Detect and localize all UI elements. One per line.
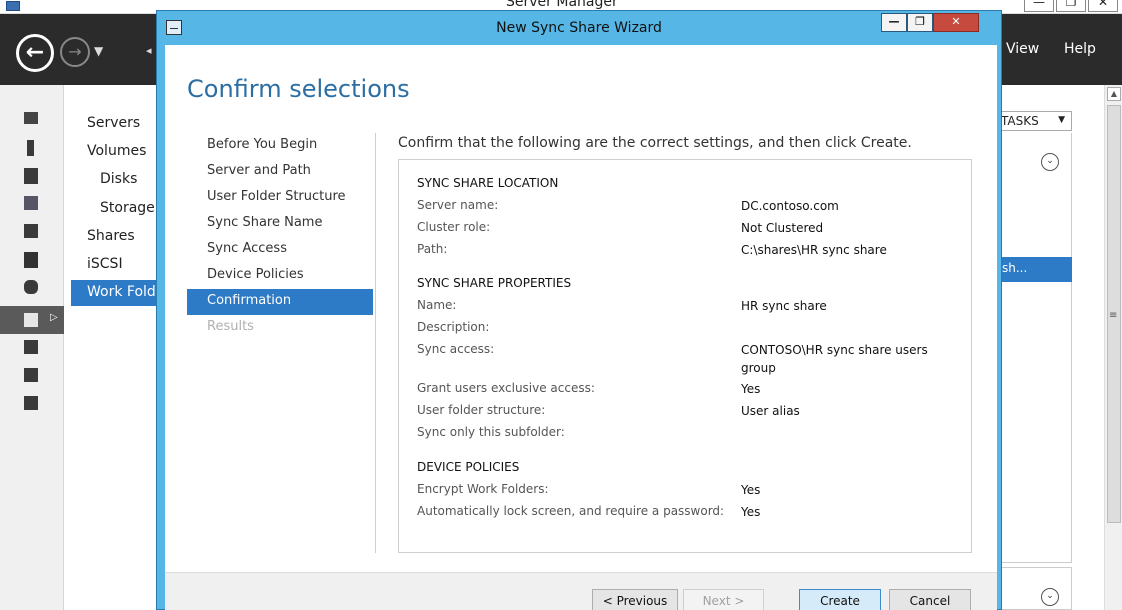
- server-name-value: DC.contoso.com: [741, 199, 839, 213]
- menu-help[interactable]: Help: [1064, 41, 1096, 57]
- print-services-icon[interactable]: [24, 368, 38, 382]
- encrypt-label: Encrypt Work Folders:: [417, 482, 549, 496]
- step-before-you-begin[interactable]: Before You Begin: [187, 133, 373, 159]
- lock-screen-label: Automatically lock screen, and require a…: [417, 504, 725, 518]
- history-dropdown-icon[interactable]: ▼: [94, 44, 103, 58]
- create-button[interactable]: Create: [799, 589, 881, 610]
- section-device-policies: DEVICE POLICIES: [417, 460, 520, 474]
- tasks-dropdown[interactable]: TASKS ▼: [996, 111, 1072, 131]
- work-folders-panel: ⌄: [996, 133, 1072, 563]
- nav-servers[interactable]: Servers: [87, 115, 140, 131]
- step-user-folder-structure[interactable]: User Folder Structure: [187, 185, 373, 211]
- cancel-button[interactable]: Cancel: [889, 589, 971, 610]
- lower-panel: ⌄: [996, 567, 1072, 610]
- local-server-icon[interactable]: [24, 140, 38, 156]
- encrypt-value: Yes: [741, 483, 761, 497]
- user-folder-structure-value: User alias: [741, 404, 800, 418]
- steps-divider: [375, 133, 376, 553]
- collapse-chevron-icon[interactable]: ⌄: [1041, 153, 1059, 171]
- file-storage-services-icon[interactable]: ▷: [0, 306, 64, 334]
- previous-button[interactable]: < Previous: [592, 589, 678, 610]
- all-servers-icon[interactable]: [24, 168, 38, 184]
- wizard-footer: < Previous Next > Create Cancel: [165, 572, 997, 610]
- path-label: Path:: [417, 242, 448, 256]
- back-arrow-icon[interactable]: ←: [16, 34, 54, 72]
- scroll-grip-icon: ≡: [1109, 310, 1118, 321]
- maximize-icon[interactable]: ❐: [1056, 0, 1086, 12]
- section-sync-share-properties: SYNC SHARE PROPERTIES: [417, 276, 572, 290]
- server-manager-icon-rail: ▷: [0, 85, 64, 610]
- vertical-scrollbar[interactable]: ▲ ≡: [1104, 85, 1122, 610]
- server-manager-app-icon: [6, 1, 20, 11]
- tasks-arrow-icon: ▼: [1058, 115, 1065, 125]
- roles-icon[interactable]: [24, 280, 38, 294]
- wizard-titlebar[interactable]: New Sync Share Wizard — ❐ ✕: [157, 11, 1001, 45]
- wizard-title: New Sync Share Wizard: [496, 20, 662, 36]
- remote-access-icon[interactable]: [24, 396, 38, 410]
- expand-chevron-icon[interactable]: ⌄: [1041, 588, 1059, 606]
- expand-arrow-icon: ▷: [50, 312, 58, 323]
- path-value: C:\shares\HR sync share: [741, 243, 887, 257]
- server-manager-title: Server Manager: [506, 0, 618, 10]
- next-button: Next >: [683, 589, 764, 610]
- nav-disks[interactable]: Disks: [100, 171, 137, 187]
- breadcrumb-chevron-icon: ◂: [146, 44, 152, 57]
- step-server-and-path[interactable]: Server and Path: [187, 159, 373, 185]
- settings-summary: SYNC SHARE LOCATION Server name: DC.cont…: [398, 159, 972, 553]
- description-label: Description:: [417, 320, 490, 334]
- nav-storage-pools[interactable]: Storage: [100, 200, 155, 216]
- server-name-label: Server name:: [417, 198, 499, 212]
- share-name-value: HR sync share: [741, 299, 827, 313]
- sync-access-label: Sync access:: [417, 342, 495, 356]
- tools-icon[interactable]: [24, 252, 38, 268]
- wizard-body: Confirm selections Before You Begin Serv…: [165, 45, 997, 610]
- page-title: Confirm selections: [187, 75, 410, 103]
- lock-screen-value: Yes: [741, 505, 761, 519]
- selected-work-folder-row[interactable]: sh...: [996, 257, 1072, 282]
- share-name-label: Name:: [417, 298, 457, 312]
- user-folder-structure-label: User folder structure:: [417, 403, 546, 417]
- nav-volumes[interactable]: Volumes: [87, 143, 146, 159]
- nav-shares[interactable]: Shares: [87, 228, 135, 244]
- wizard-close-icon[interactable]: ✕: [933, 13, 979, 32]
- wizard-maximize-icon[interactable]: ❐: [907, 13, 933, 32]
- server-manager-window-controls: — ❐ ✕: [1024, 0, 1118, 12]
- scroll-up-icon[interactable]: ▲: [1107, 87, 1121, 101]
- cluster-role-value: Not Clustered: [741, 221, 824, 235]
- tasks-label: TASKS: [1001, 114, 1039, 128]
- exclusive-access-value: Yes: [741, 382, 761, 396]
- selected-row-text: sh...: [1002, 261, 1028, 275]
- ad-ds-icon[interactable]: [24, 196, 38, 210]
- step-sync-access[interactable]: Sync Access: [187, 237, 373, 263]
- step-confirmation[interactable]: Confirmation: [187, 289, 373, 315]
- nav-iscsi[interactable]: iSCSI: [87, 256, 123, 272]
- wizard-window-controls: — ❐ ✕: [881, 13, 979, 32]
- close-icon[interactable]: ✕: [1088, 0, 1118, 12]
- forward-arrow-icon[interactable]: →: [60, 37, 90, 67]
- wizard-steps: Before You Begin Server and Path User Fo…: [187, 133, 373, 341]
- file-storage-nav: Servers Volumes Disks Storage Shares iSC…: [65, 85, 171, 610]
- sync-access-value: CONTOSO\HR sync share users group: [741, 343, 928, 375]
- step-results: Results: [207, 319, 254, 334]
- exclusive-access-label: Grant users exclusive access:: [417, 381, 595, 395]
- new-sync-share-wizard: New Sync Share Wizard — ❐ ✕ Confirm sele…: [156, 10, 1002, 610]
- menu-view[interactable]: View: [1006, 41, 1039, 57]
- step-device-policies[interactable]: Device Policies: [187, 263, 373, 289]
- section-sync-share-location: SYNC SHARE LOCATION: [417, 176, 559, 190]
- dashboard-icon[interactable]: [24, 112, 38, 126]
- cluster-role-label: Cluster role:: [417, 220, 491, 234]
- sync-subfolder-label: Sync only this subfolder:: [417, 425, 565, 439]
- dns-icon[interactable]: [24, 224, 38, 238]
- minimize-icon[interactable]: —: [1024, 0, 1054, 12]
- wizard-minimize-icon[interactable]: —: [881, 13, 907, 32]
- confirmation-instructions: Confirm that the following are the corre…: [398, 135, 912, 151]
- iis-icon[interactable]: [24, 340, 38, 354]
- step-sync-share-name[interactable]: Sync Share Name: [187, 211, 373, 237]
